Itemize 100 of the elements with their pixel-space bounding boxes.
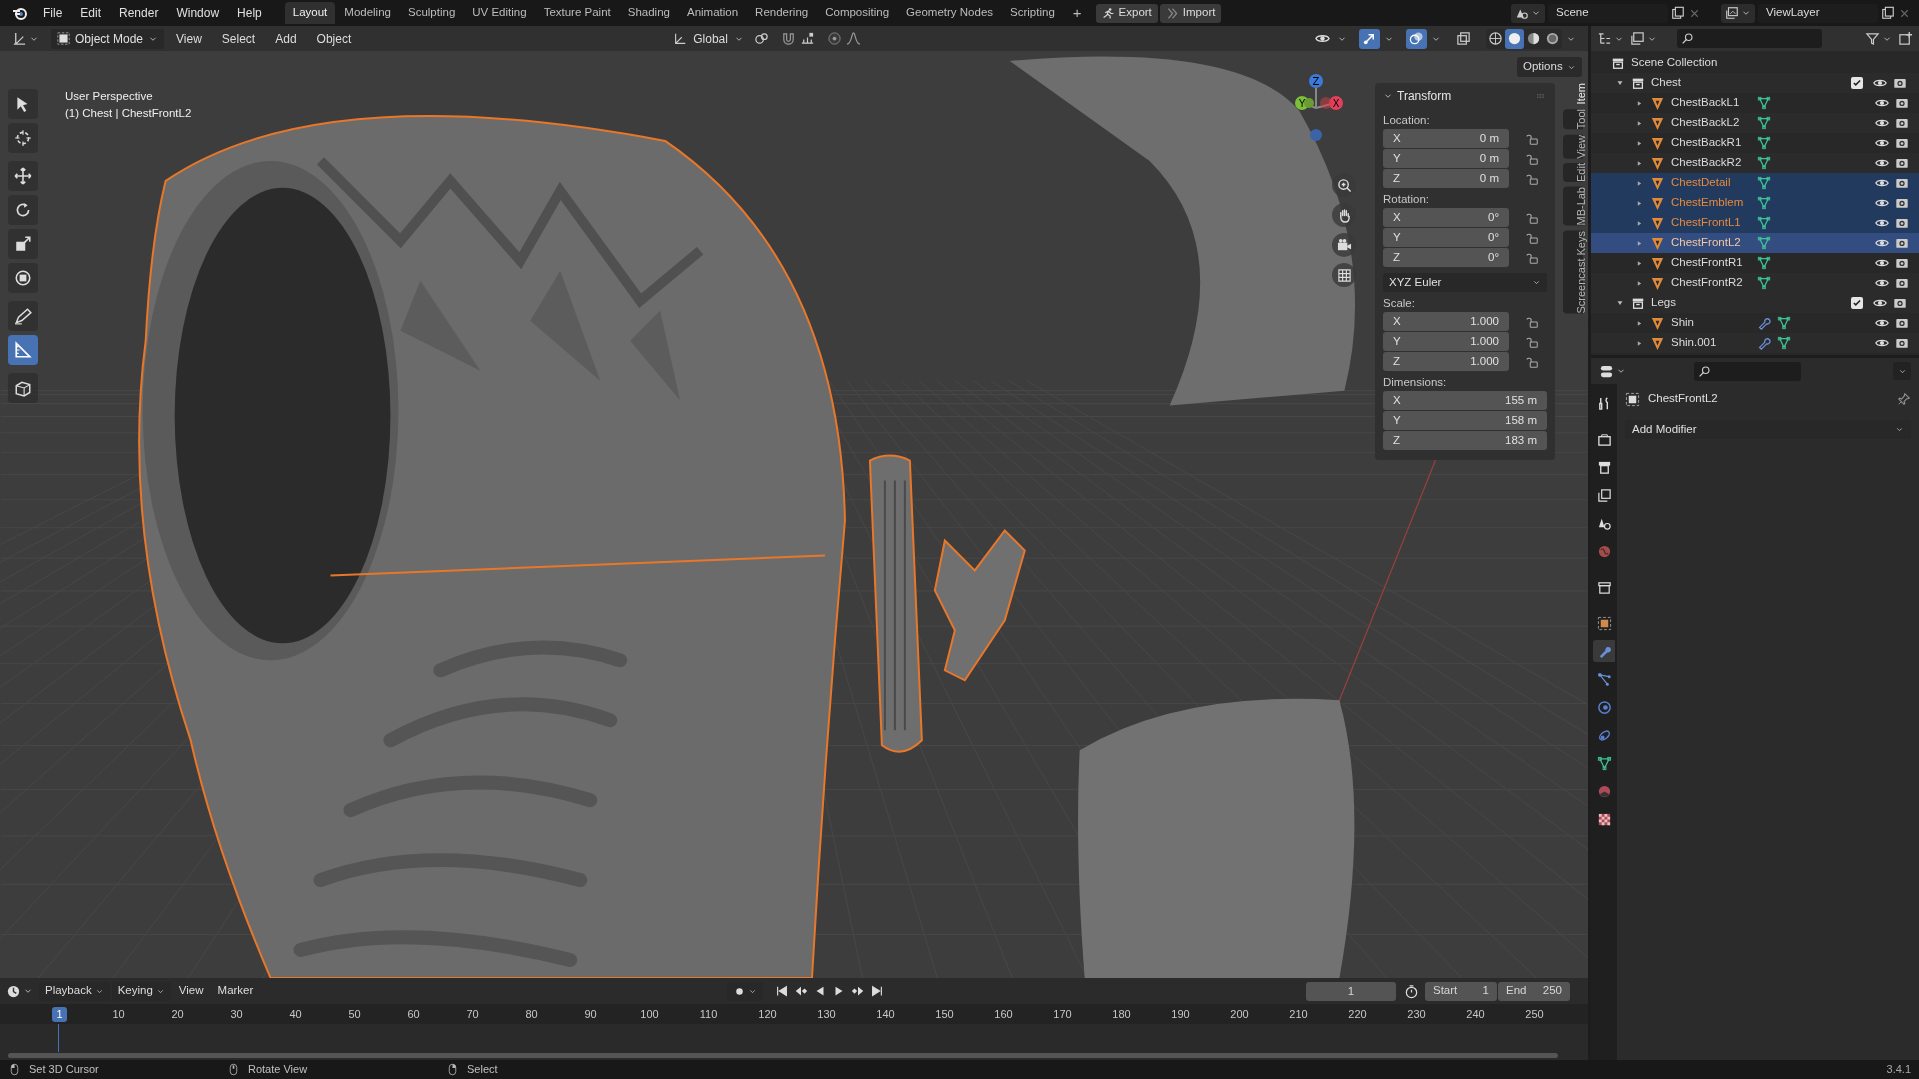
camera-icon[interactable]: [1895, 276, 1909, 290]
number-field[interactable]: Y 0°: [1383, 228, 1509, 247]
workspace-tab[interactable]: Compositing: [817, 2, 898, 24]
playhead-frame[interactable]: 1: [52, 1006, 67, 1022]
workspace-tab[interactable]: Sculpting: [399, 2, 464, 24]
search-field[interactable]: [1677, 29, 1822, 48]
menu-item[interactable]: Playback: [39, 981, 110, 1001]
display-mode-button[interactable]: [1630, 31, 1657, 46]
workspace-tab[interactable]: Shading: [619, 2, 678, 24]
scrollbar[interactable]: [8, 1053, 1558, 1058]
end-frame-field[interactable]: End 250: [1498, 981, 1570, 1001]
number-field[interactable]: Y 0 m: [1383, 149, 1509, 168]
number-field[interactable]: X 1.000: [1383, 312, 1509, 331]
transform-tool[interactable]: [8, 263, 38, 293]
rotation-mode-dropdown[interactable]: XYZ Euler: [1383, 273, 1547, 292]
outliner-row[interactable]: ChestFrontL1: [1591, 213, 1919, 233]
sidebar-tab[interactable]: Edit: [1563, 163, 1583, 183]
view-layer-type-button[interactable]: [1721, 3, 1755, 23]
stopwatch-icon[interactable]: [1404, 983, 1419, 999]
view-layer-field[interactable]: ViewLayer: [1758, 3, 1878, 23]
number-field[interactable]: Z 1.000: [1383, 352, 1509, 371]
workspace-tab[interactable]: Modeling: [336, 2, 399, 24]
measure-tool[interactable]: [8, 335, 38, 365]
pivot-icon[interactable]: [753, 31, 769, 46]
workspace-tab[interactable]: Scripting: [1002, 2, 1063, 24]
jump-start-icon[interactable]: [775, 984, 790, 998]
start-frame-field[interactable]: Start 1: [1425, 981, 1497, 1001]
falloff-curve-icon[interactable]: [845, 31, 861, 46]
select-tool[interactable]: [8, 89, 38, 119]
search-field[interactable]: [1694, 361, 1801, 381]
outliner-row[interactable]: ChestEmblem: [1591, 193, 1919, 213]
outliner-row[interactable]: Scene Collection: [1591, 53, 1919, 73]
gizmo-toggle[interactable]: [1359, 28, 1380, 49]
number-field[interactable]: Y 1.000: [1383, 332, 1509, 351]
magnet-icon[interactable]: [780, 31, 796, 46]
jump-keyframe-back-icon[interactable]: [794, 984, 809, 998]
menu-item[interactable]: Add: [267, 28, 305, 49]
camera-icon[interactable]: [1895, 136, 1909, 150]
pin-icon[interactable]: [1897, 392, 1911, 406]
camera-icon[interactable]: [1895, 316, 1909, 330]
camera-icon[interactable]: [1895, 256, 1909, 270]
workspace-tab[interactable]: Animation: [678, 2, 747, 24]
filter-button[interactable]: [1865, 31, 1892, 46]
proportional-edit-icon[interactable]: [826, 31, 842, 46]
number-field[interactable]: X 155 m: [1383, 391, 1547, 410]
menu-item[interactable]: File: [36, 2, 70, 24]
add-modifier-dropdown[interactable]: Add Modifier: [1625, 420, 1911, 439]
editor-type-button[interactable]: [6, 983, 33, 999]
menu-item[interactable]: Window: [169, 2, 227, 24]
workspace-tab[interactable]: UV Editing: [464, 2, 535, 24]
checkbox[interactable]: [1851, 297, 1863, 309]
workspace-tab[interactable]: Layout: [284, 2, 336, 24]
sidebar-tab[interactable]: Tool: [1563, 109, 1583, 130]
camera-icon[interactable]: [1893, 296, 1907, 310]
menu-item[interactable]: View: [172, 981, 210, 1001]
import-button[interactable]: Import: [1159, 3, 1222, 23]
current-frame-field[interactable]: 1: [1306, 981, 1396, 1001]
annotate-tool[interactable]: [8, 301, 38, 331]
menu-item[interactable]: Render: [112, 2, 166, 24]
checkbox[interactable]: [1851, 77, 1863, 89]
modifiers-tab[interactable]: [1593, 640, 1615, 662]
copy-icon[interactable]: [1881, 6, 1895, 20]
cursor-tool[interactable]: [8, 123, 38, 153]
scene-field[interactable]: Scene: [1548, 3, 1668, 23]
panel-title[interactable]: Transform: [1397, 87, 1452, 105]
outliner-row[interactable]: ChestDetail: [1591, 173, 1919, 193]
editor-type-button[interactable]: [1597, 31, 1624, 46]
sidebar-tab[interactable]: MB-Lab: [1563, 187, 1583, 226]
copy-icon[interactable]: [1671, 6, 1685, 20]
camera-button[interactable]: [1332, 233, 1356, 257]
add-workspace-button[interactable]: +: [1066, 1, 1088, 25]
camera-icon[interactable]: [1895, 176, 1909, 190]
number-field[interactable]: Y 158 m: [1383, 411, 1547, 430]
export-button[interactable]: Export: [1095, 3, 1158, 23]
camera-icon[interactable]: [1895, 236, 1909, 250]
camera-icon[interactable]: [1893, 76, 1907, 90]
menu-item[interactable]: Select: [213, 28, 264, 49]
number-field[interactable]: Z 183 m: [1383, 431, 1547, 450]
workspace-tab[interactable]: Rendering: [747, 2, 817, 24]
options-dropdown[interactable]: Options: [1517, 57, 1582, 77]
navigation-gizmo[interactable]: Z Y X: [1285, 71, 1355, 151]
solid-shading-button[interactable]: [1505, 28, 1524, 49]
snap-grid-icon[interactable]: [799, 31, 815, 46]
number-field[interactable]: X 0°: [1383, 208, 1509, 227]
move-tool[interactable]: [8, 161, 38, 191]
camera-icon[interactable]: [1895, 96, 1909, 110]
camera-icon[interactable]: [1895, 116, 1909, 130]
scale-tool[interactable]: [8, 229, 38, 259]
editor-type-button[interactable]: [1599, 363, 1626, 379]
jump-end-icon[interactable]: [870, 984, 885, 998]
sidebar-tab[interactable]: View: [1563, 134, 1583, 159]
jump-keyframe-forward-icon[interactable]: [851, 984, 866, 998]
number-field[interactable]: X 0 m: [1383, 129, 1509, 148]
menu-item[interactable]: View: [168, 28, 210, 49]
workspace-tab[interactable]: Texture Paint: [535, 2, 619, 24]
scene-type-button[interactable]: [1511, 3, 1545, 23]
outliner-row[interactable]: ChestFrontL2: [1591, 233, 1919, 253]
camera-icon[interactable]: [1895, 336, 1909, 350]
orientation-dropdown[interactable]: Global: [667, 28, 750, 49]
menu-item[interactable]: Marker: [211, 981, 260, 1001]
